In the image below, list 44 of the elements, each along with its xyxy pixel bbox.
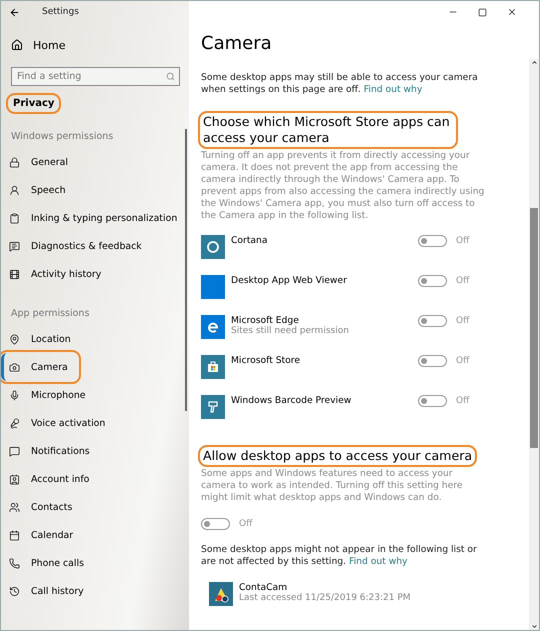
nav-item[interactable]: Microphone <box>1 381 96 409</box>
app-name: ContaCam <box>239 582 288 593</box>
home-link[interactable]: Home <box>1 23 189 55</box>
app-name: Microsoft Store <box>231 355 302 366</box>
nav-item[interactable]: Phone calls <box>1 549 94 577</box>
app-name: Cortana <box>231 235 268 246</box>
app-name: Desktop App Web Viewer <box>231 275 348 286</box>
section-description: Some apps and Windows features need to access your camera to work as intended. Turning off this setting here might limit what desktop apps and Windows can do. <box>201 468 464 504</box>
toggle-status: Off <box>456 316 470 326</box>
intro-text: Some desktop apps may still be able to access your camera when settings on this page are off. Find out why <box>201 72 479 96</box>
nav-item[interactable]: Inking & typing personalization <box>1 204 188 232</box>
nav-item[interactable]: Location <box>1 325 81 353</box>
app-name: Windows Barcode Preview <box>231 395 352 406</box>
toggle-status: Off <box>456 236 470 246</box>
nav-item[interactable]: Account info <box>1 465 100 493</box>
nav-item[interactable]: Contacts <box>1 493 82 521</box>
window-title: Settings <box>42 7 79 17</box>
section-description: Turning off an app prevents it from directly accessing your camera. It does not prevent the app from accessing the camera indirectly through the Windows' Camera app. To prevent apps from also accessing the camera indirectly using the Windows' Camera app, you must also turn off access to the Camera app in the following list. <box>201 150 486 222</box>
note-text: Some desktop apps might not appear in the following list or are not affected by this setting. Find out why <box>201 544 478 568</box>
section-heading: Choose which Microsoft Store apps can access your camera <box>201 114 455 146</box>
section-title: Privacy <box>9 96 58 111</box>
find-out-why-link[interactable]: Find out why <box>364 84 422 95</box>
section-heading: Allow desktop apps to access your camera <box>201 448 474 464</box>
page-title: Camera <box>201 33 273 54</box>
nav-item[interactable]: Speech <box>1 176 76 204</box>
search-field[interactable]: Find a setting <box>11 67 180 86</box>
toggle-status: Off <box>456 276 470 286</box>
last-accessed-text: Last accessed 11/25/2019 6:23:21 PM <box>239 593 412 603</box>
toggle-status: Off <box>456 396 470 406</box>
nav-item[interactable]: Voice activation <box>1 409 116 437</box>
app-name: Microsoft Edge <box>231 315 300 326</box>
toggle-status: Off <box>239 519 252 529</box>
nav-item[interactable]: General <box>1 148 78 176</box>
app-subtitle: Sites still need permission <box>231 326 350 336</box>
find-out-why-link[interactable]: Find out why <box>348 556 408 567</box>
group-heading: App permissions <box>11 308 90 319</box>
group-heading: Windows permissions <box>11 131 114 142</box>
nav-item[interactable]: Diagnostics & feedback <box>1 232 152 260</box>
nav-item[interactable]: Activity history <box>1 260 112 288</box>
nav-item[interactable]: Camera <box>1 353 78 381</box>
nav-item[interactable]: Notifications <box>1 437 100 465</box>
nav-item[interactable]: Call history <box>1 577 94 605</box>
nav-item[interactable]: Calendar <box>1 521 84 549</box>
toggle-status: Off <box>456 356 470 366</box>
